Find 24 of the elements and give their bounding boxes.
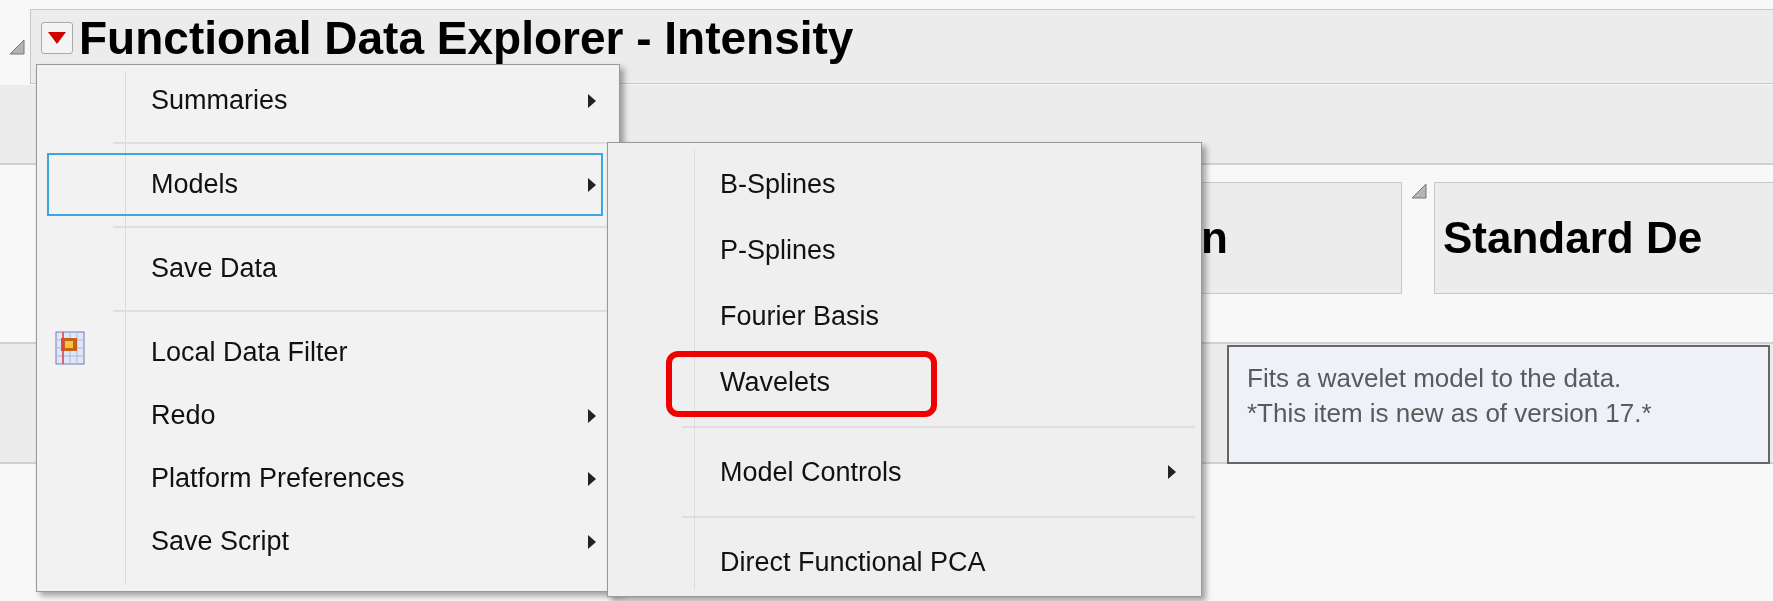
caret-icon [47,30,67,45]
submenu-arrow-icon [587,533,597,550]
menu-item[interactable]: Local Data Filter [37,321,603,384]
report-header: Standard De [1434,182,1773,294]
menu-item[interactable]: Platform Preferences [37,447,603,510]
tooltip-text: *This item is new as of version 17.* [1247,398,1653,429]
menu-item[interactable]: Redo [37,384,603,447]
menu-item[interactable]: Save Script [37,510,603,573]
menu-button[interactable] [41,21,73,54]
menu-item[interactable]: Direct Functional PCA [608,529,1201,595]
tooltip-text: Fits a wavelet model to the data. [1247,363,1623,394]
menu-item[interactable]: Summaries [37,69,603,132]
menu-item[interactable]: Wavelets [608,349,1201,415]
submenu-arrow-icon [1167,464,1177,480]
submenu-arrow-icon [587,470,597,487]
disclosure-icon[interactable] [8,37,26,56]
menu-item[interactable]: Save Data [37,237,603,300]
menu-item[interactable]: Models [47,153,603,216]
menu-item[interactable]: Model Controls [608,439,1201,505]
submenu-arrow-icon [587,407,597,424]
submenu-arrow-icon [587,92,597,109]
submenu-arrow-icon [587,176,597,193]
grid-icon [55,331,85,365]
disclosure-icon[interactable] [1410,182,1428,200]
